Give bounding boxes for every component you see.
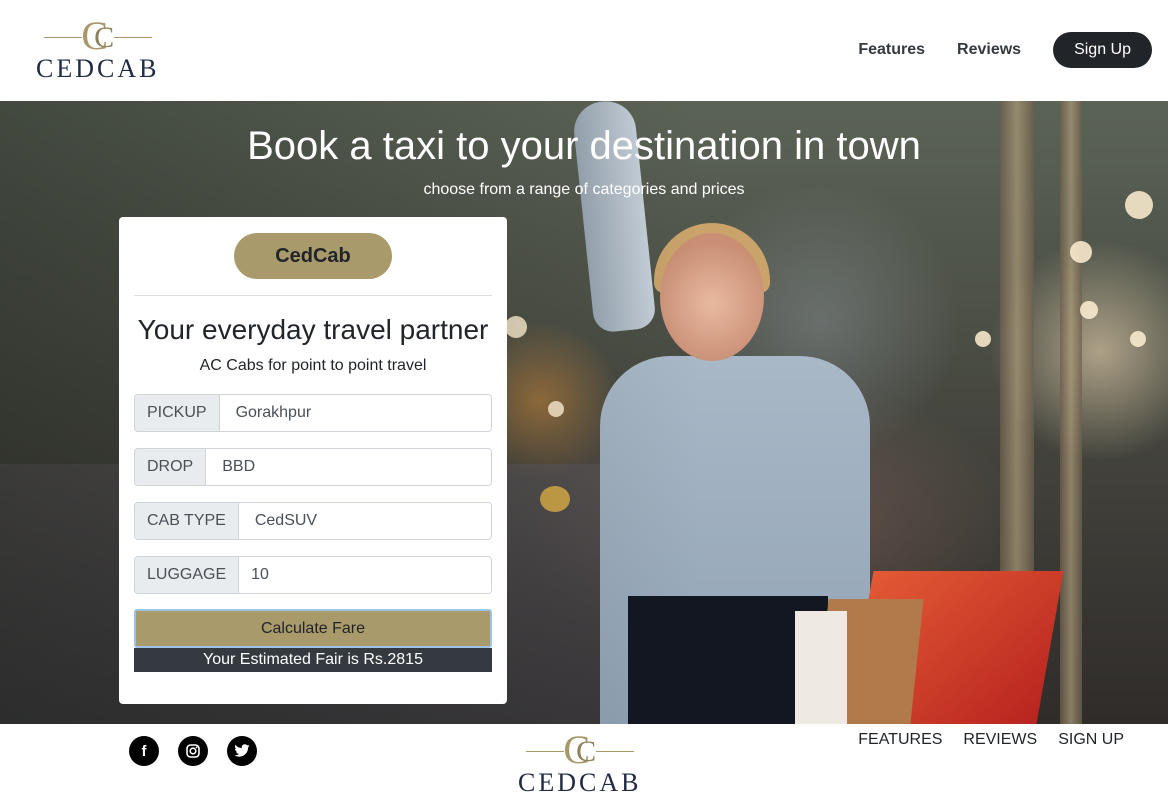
header-logo[interactable]: CC CEDCAB bbox=[36, 16, 159, 82]
pickup-input[interactable] bbox=[219, 395, 491, 431]
booking-card: CedCab Your everyday travel partner AC C… bbox=[119, 217, 507, 704]
facebook-icon[interactable]: f bbox=[129, 736, 159, 766]
footer-reviews-link[interactable]: REVIEWS bbox=[963, 730, 1037, 750]
calculate-fare-button[interactable]: Calculate Fare bbox=[134, 609, 492, 648]
hero-subtitle: choose from a range of categories and pr… bbox=[423, 181, 745, 198]
twitter-icon[interactable] bbox=[227, 736, 257, 766]
drop-field: DROP bbox=[134, 448, 492, 486]
header-nav: Features Reviews Sign Up bbox=[858, 31, 1152, 69]
social-links: f bbox=[129, 736, 276, 766]
luggage-field: LUGGAGE bbox=[134, 556, 492, 594]
site-header: CC CEDCAB Features Reviews Sign Up bbox=[0, 0, 1168, 101]
pickup-label: PICKUP bbox=[135, 395, 220, 431]
footer-signup-link[interactable]: SIGN UP bbox=[1058, 730, 1124, 750]
site-footer: f CC CEDCAB FEATURES REVIEWS SIGN UP bbox=[0, 724, 1168, 809]
hero-title: Book a taxi to your destination in town bbox=[247, 124, 921, 168]
cedcab-brand-button[interactable]: CedCab bbox=[234, 233, 392, 279]
cab-type-label: CAB TYPE bbox=[135, 503, 239, 539]
estimated-fare-text: Your Estimated Fair is Rs.2815 bbox=[134, 648, 492, 672]
footer-features-link[interactable]: FEATURES bbox=[858, 730, 942, 750]
nav-features-link[interactable]: Features bbox=[858, 31, 925, 69]
drop-label: DROP bbox=[135, 449, 207, 485]
pickup-field: PICKUP bbox=[134, 394, 492, 432]
cab-type-field: CAB TYPE bbox=[134, 502, 492, 540]
instagram-icon[interactable] bbox=[178, 736, 208, 766]
footer-nav: FEATURES REVIEWS SIGN UP bbox=[837, 730, 1124, 750]
card-divider bbox=[134, 295, 492, 296]
signup-button[interactable]: Sign Up bbox=[1053, 32, 1152, 68]
footer-logo[interactable]: CC CEDCAB bbox=[518, 730, 641, 796]
card-subtitle: AC Cabs for point to point travel bbox=[199, 357, 427, 374]
logo-emblem: CC bbox=[520, 730, 640, 770]
nav-reviews-link[interactable]: Reviews bbox=[957, 31, 1021, 69]
card-title: Your everyday travel partner bbox=[137, 314, 489, 345]
cab-type-select[interactable] bbox=[238, 503, 491, 539]
luggage-input[interactable] bbox=[239, 557, 491, 593]
logo-emblem: CC bbox=[38, 16, 158, 56]
drop-input[interactable] bbox=[206, 449, 491, 485]
luggage-label: LUGGAGE bbox=[135, 557, 240, 593]
